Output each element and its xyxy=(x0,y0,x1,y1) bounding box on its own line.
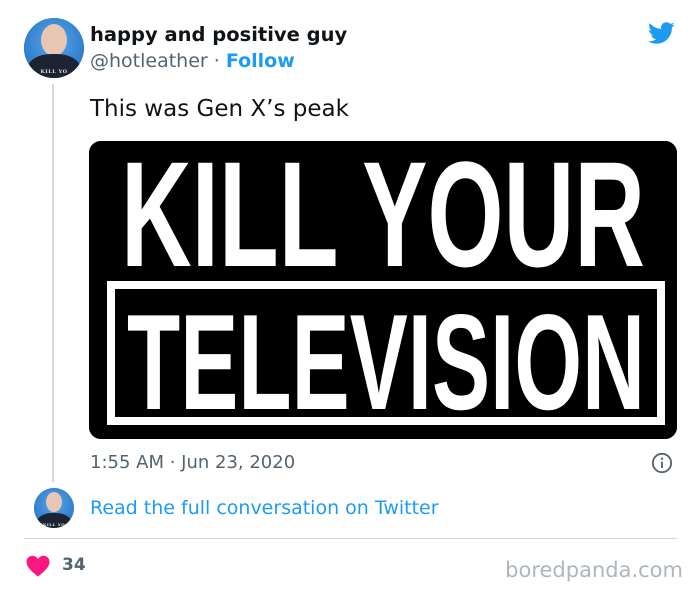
tweet-text: This was Gen X’s peak xyxy=(90,96,349,122)
kill-your-television-poster: KILL YOUR TELEVISION xyxy=(89,141,677,439)
author-handle-line: @hotleather · Follow xyxy=(90,50,295,72)
reply-avatar[interactable]: KILL YO xyxy=(34,488,74,528)
like-count: 34 xyxy=(62,555,86,575)
tweet-media-image[interactable]: KILL YOUR TELEVISION xyxy=(89,141,677,439)
author-avatar[interactable]: KILL YO xyxy=(24,18,84,78)
avatar-head xyxy=(41,24,67,56)
boredpanda-watermark: boredpanda.com xyxy=(505,558,683,582)
twitter-bird-icon[interactable] xyxy=(645,19,677,47)
poster-line-1: KILL YOUR xyxy=(121,141,645,298)
thread-line xyxy=(52,84,54,482)
info-icon[interactable] xyxy=(651,452,673,474)
author-handle[interactable]: @hotleather xyxy=(90,50,208,72)
divider xyxy=(24,538,677,539)
heart-icon[interactable] xyxy=(26,555,50,577)
avatar-shirt-text: KILL YO xyxy=(40,69,68,75)
avatar-shirt-text: KILL YO xyxy=(42,522,66,527)
author-display-name[interactable]: happy and positive guy xyxy=(90,23,347,46)
avatar-head xyxy=(46,492,62,512)
follow-button[interactable]: Follow xyxy=(226,50,295,72)
read-full-conversation-link[interactable]: Read the full conversation on Twitter xyxy=(90,497,439,519)
handle-separator: · xyxy=(207,50,226,72)
tweet-timestamp[interactable]: 1:55 AM · Jun 23, 2020 xyxy=(90,452,295,473)
poster-line-2: TELEVISION xyxy=(127,286,645,438)
